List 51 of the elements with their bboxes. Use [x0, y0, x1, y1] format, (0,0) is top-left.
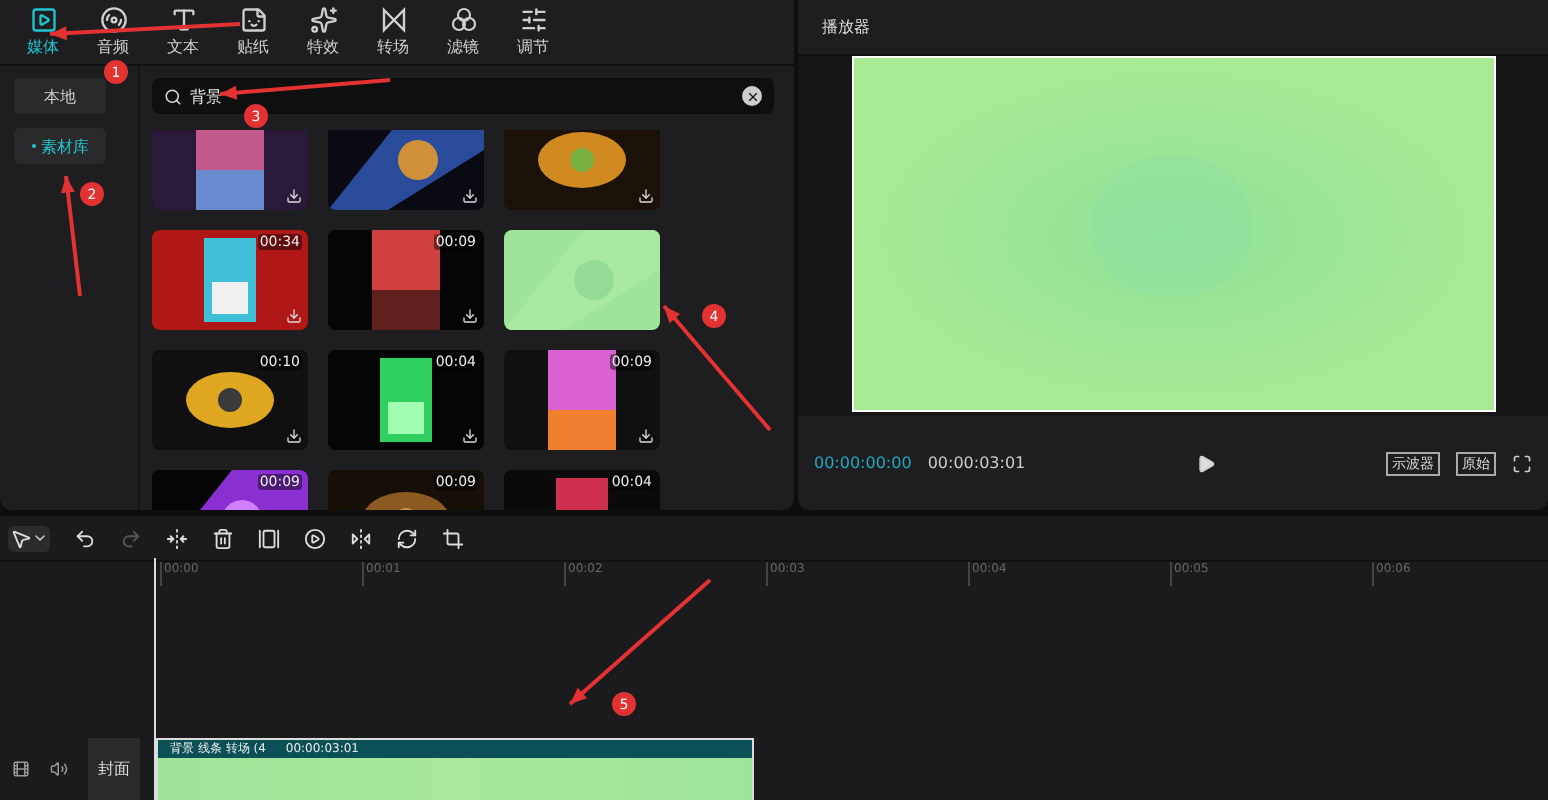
- audio-icon[interactable]: [50, 760, 68, 778]
- select-tool[interactable]: [8, 525, 50, 551]
- search-icon: [164, 87, 182, 105]
- download-icon[interactable]: [462, 428, 478, 444]
- media-tab[interactable]: 滤镜: [428, 0, 498, 64]
- sticker-icon: [239, 6, 267, 34]
- search-field[interactable]: 背景: [190, 87, 734, 105]
- circles-icon: [449, 6, 477, 34]
- download-icon[interactable]: [286, 428, 302, 444]
- media-tab[interactable]: 调节: [498, 0, 568, 64]
- annotation-arrow: [662, 304, 772, 432]
- caret-icon: [32, 530, 48, 546]
- play-square-icon: [29, 6, 57, 34]
- media-tab[interactable]: 文本: [148, 0, 218, 64]
- current-time: 00:00:00:00: [814, 454, 912, 472]
- panel-title: 播放器: [822, 16, 870, 38]
- disc-icon: [99, 6, 127, 34]
- text-icon: [169, 6, 197, 34]
- delete-icon[interactable]: [212, 527, 234, 549]
- video-track-icon[interactable]: [12, 760, 30, 778]
- download-icon[interactable]: [462, 308, 478, 324]
- media-tab[interactable]: 媒体: [8, 0, 78, 64]
- clear-button[interactable]: [742, 86, 762, 106]
- media-tab[interactable]: 转场: [358, 0, 428, 64]
- undo-icon[interactable]: [74, 527, 96, 549]
- freeze-frame-icon[interactable]: [258, 527, 280, 549]
- sliders-icon: [519, 6, 547, 34]
- close-icon: [745, 89, 759, 103]
- download-icon[interactable]: [286, 188, 302, 204]
- rotate-icon[interactable]: [396, 527, 418, 549]
- sparkle-icon: [309, 6, 337, 34]
- annotation-arrow: [60, 175, 82, 297]
- play-icon[interactable]: [1195, 453, 1216, 473]
- media-tab[interactable]: 特效: [288, 0, 358, 64]
- cover-button[interactable]: 封面: [88, 738, 140, 800]
- fullscreen-icon[interactable]: [1512, 453, 1532, 473]
- bowtie-icon: [379, 6, 407, 34]
- mirror-icon[interactable]: [350, 527, 372, 549]
- download-icon[interactable]: [638, 188, 654, 204]
- play-circle-icon[interactable]: [304, 527, 326, 549]
- split-icon[interactable]: [166, 527, 188, 549]
- sidebar-item[interactable]: 素材库: [14, 128, 106, 164]
- crop-icon[interactable]: [442, 527, 464, 549]
- total-time: 00:00:03:01: [927, 454, 1026, 472]
- pointer-icon: [10, 527, 32, 549]
- sidebar-item[interactable]: 本地: [14, 78, 106, 114]
- annotation-arrow: [568, 578, 712, 706]
- media-tab[interactable]: 贴纸: [218, 0, 288, 64]
- media-tab[interactable]: 音频: [78, 0, 148, 64]
- download-icon[interactable]: [462, 188, 478, 204]
- download-icon[interactable]: [638, 428, 654, 444]
